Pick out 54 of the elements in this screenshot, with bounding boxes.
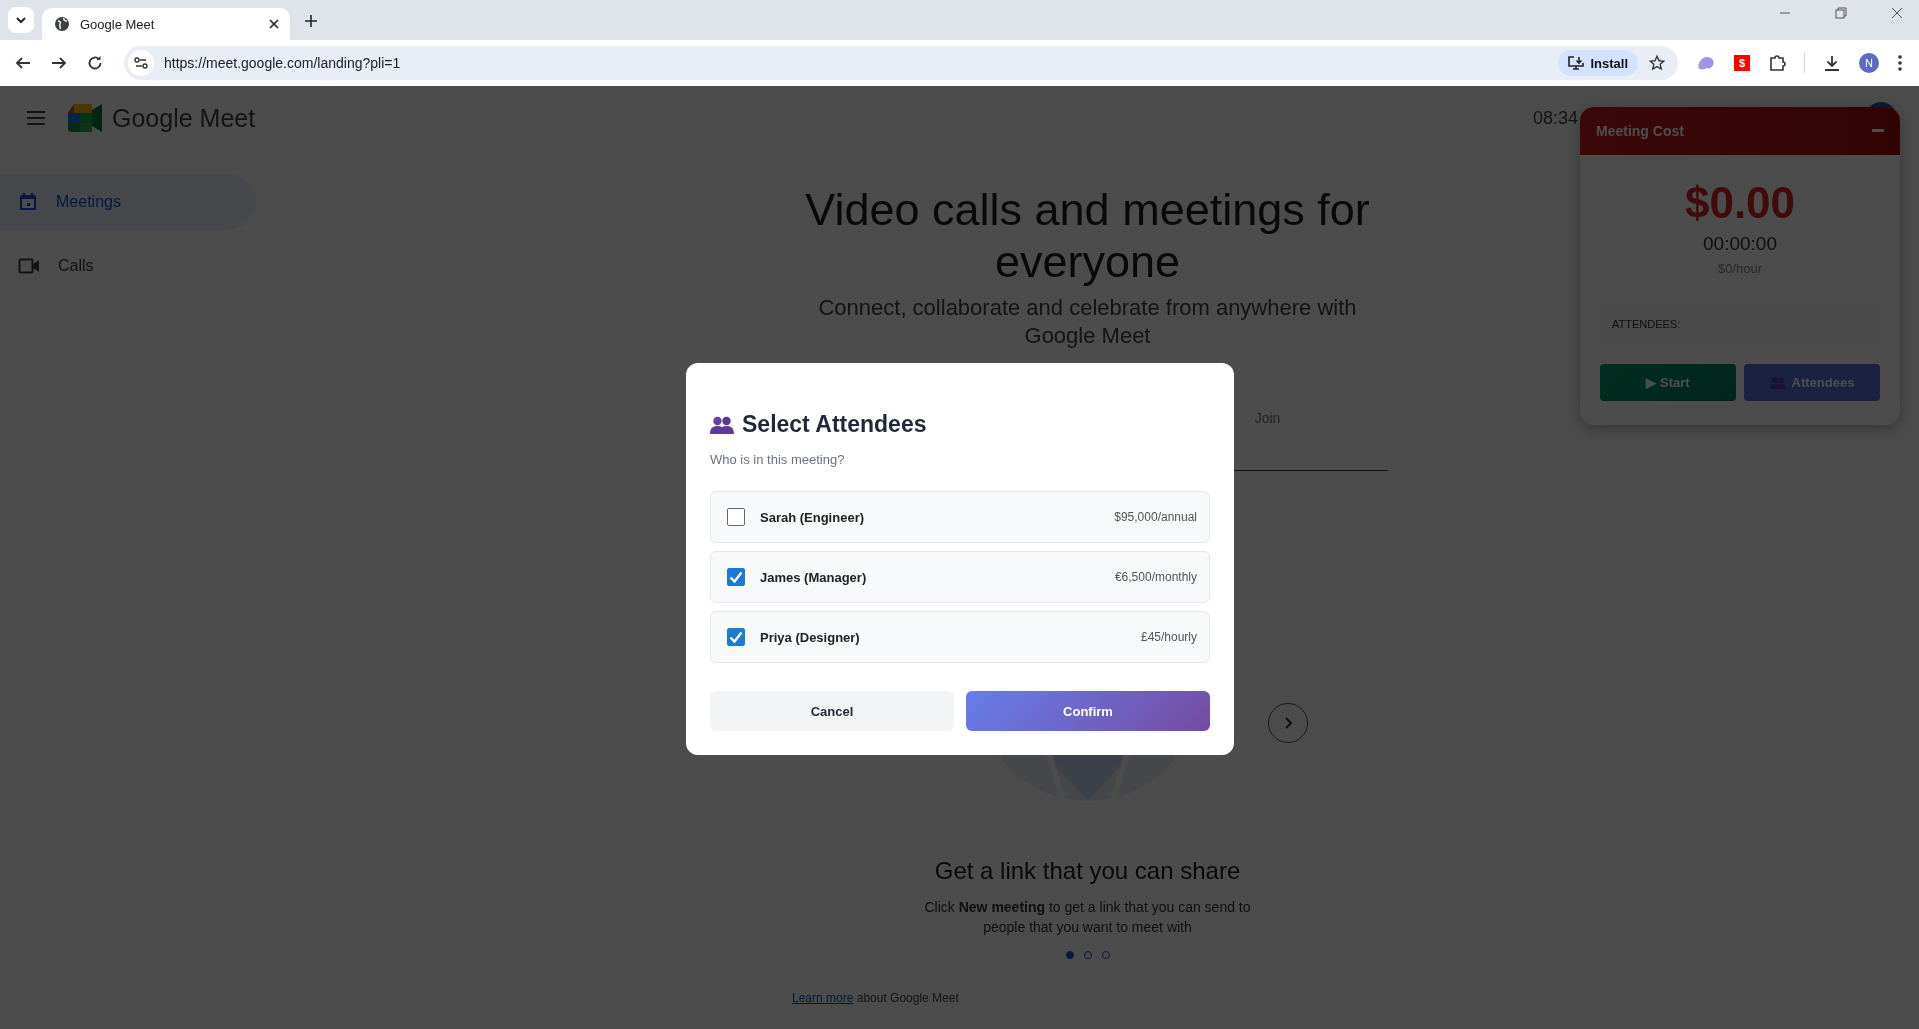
attendee-name: James (Manager) [760, 569, 867, 585]
attendee-row[interactable]: Sarah (Engineer) $95,000/annual [710, 491, 1210, 543]
widget-title: Meeting Cost [1596, 123, 1684, 139]
checkbox[interactable] [727, 568, 745, 586]
footer-text: about Google Meet [856, 991, 959, 1005]
attendee-name: Sarah (Engineer) [760, 509, 865, 525]
address-bar[interactable]: https://meet.google.com/landing?pli=1 Install [124, 46, 1678, 80]
attendees-label: ATTENDEES: [1612, 318, 1681, 330]
clock-time: 08:34 [1532, 107, 1578, 129]
close-window-icon[interactable] [1891, 7, 1903, 19]
url-text: https://meet.google.com/landing?pli=1 [164, 55, 401, 71]
dialog-subtitle: Who is in this meeting? [710, 452, 846, 467]
attendee-rate: $95,000/annual [1114, 510, 1197, 524]
cancel-button[interactable]: Cancel [710, 691, 954, 731]
people-icon [710, 415, 734, 434]
hero-subtitle: Connect, collaborate and celebrate from anywhere with Google Meet [817, 294, 1358, 350]
confirm-button[interactable]: Confirm [966, 691, 1210, 731]
puzzle-icon[interactable] [1768, 54, 1786, 72]
new-tab-icon[interactable] [304, 14, 318, 28]
star-icon[interactable] [1648, 54, 1666, 72]
carousel-dot[interactable] [1065, 951, 1074, 959]
menu-dots-icon[interactable] [1897, 54, 1903, 72]
chevron-down-icon [15, 14, 27, 26]
attendee-rate: £45/hourly [1140, 630, 1197, 644]
checkbox[interactable] [727, 508, 745, 526]
browser-tab[interactable]: Google Meet [42, 8, 290, 40]
install-icon [1568, 56, 1585, 70]
dialog-title: Select Attendees [742, 411, 927, 438]
video-camera-logo-icon [68, 104, 102, 132]
download-icon[interactable] [1823, 54, 1841, 72]
tab-search-button[interactable] [8, 7, 34, 33]
attendee-rate: €6,500/monthly [1114, 570, 1197, 584]
attendee-row[interactable]: James (Manager) €6,500/monthly [710, 551, 1210, 603]
app-name: Google Meet [112, 103, 256, 133]
tab-title: Google Meet [80, 16, 156, 32]
reload-icon[interactable] [86, 54, 104, 72]
checkbox[interactable] [727, 628, 745, 646]
video-camera-icon [18, 257, 40, 275]
ghost-extension-icon[interactable] [1696, 55, 1716, 71]
globe-icon [54, 16, 70, 32]
cost-amount: $0.00 [1684, 177, 1796, 229]
timer: 00:00:00 [1703, 233, 1777, 255]
hero-title: Video calls and meetings for everyone [804, 184, 1371, 288]
carousel-heading: Get a link that you can share [934, 857, 1241, 885]
calendar-icon [18, 192, 38, 212]
profile-avatar[interactable]: N [1859, 53, 1879, 73]
dollar-extension-icon[interactable]: $ [1734, 55, 1750, 71]
attendee-name: Priya (Designer) [760, 629, 860, 645]
attendee-row[interactable]: Priya (Designer) £45/hourly [710, 611, 1210, 663]
carousel-text: Click New meeting to get a link that you can send to people that you want to meet with [923, 898, 1252, 937]
install-button[interactable]: Install [1558, 50, 1638, 76]
close-icon[interactable] [268, 18, 280, 30]
restore-icon[interactable] [1835, 7, 1847, 19]
site-settings-icon[interactable] [128, 50, 154, 76]
